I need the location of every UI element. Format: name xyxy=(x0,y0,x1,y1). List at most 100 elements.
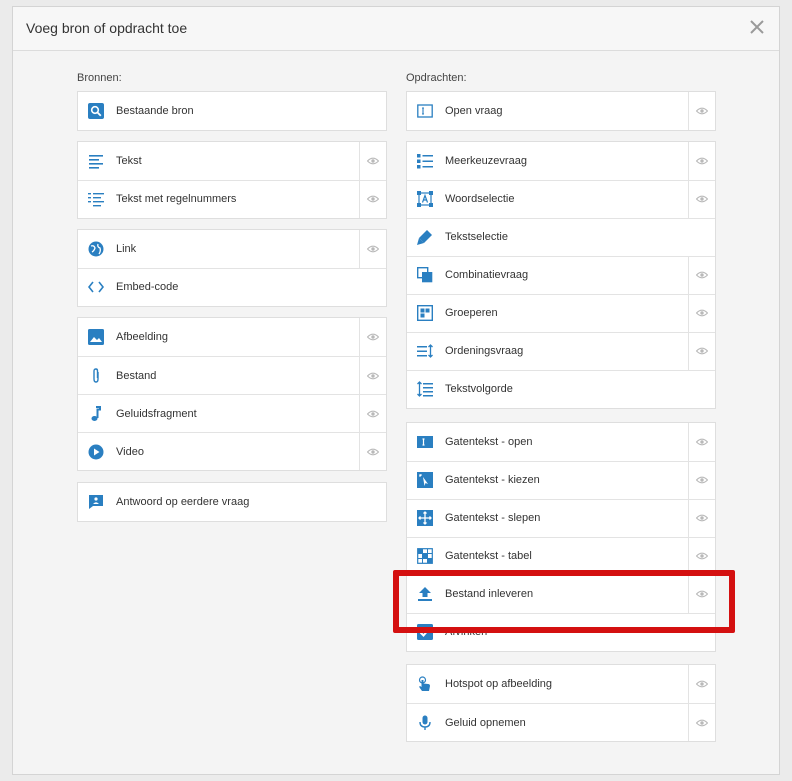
preview-eye-icon[interactable] xyxy=(688,294,715,332)
option-tekst[interactable]: Tekst xyxy=(78,141,386,180)
option-combinatievraag[interactable]: Combinatievraag xyxy=(407,255,715,294)
text-order-icon xyxy=(417,381,433,398)
option-label: Antwoord op eerdere vraag xyxy=(116,496,250,509)
preview-eye-icon[interactable] xyxy=(359,433,386,470)
preview-eye-icon[interactable] xyxy=(688,422,715,461)
option-tekstvolgorde[interactable]: Tekstvolgorde xyxy=(407,369,715,408)
option-geluidsfragment[interactable]: Geluidsfragment xyxy=(78,394,386,432)
option-label: Hotspot op afbeelding xyxy=(445,678,553,691)
option-label: Woordselectie xyxy=(445,193,515,206)
option-label: Geluidsfragment xyxy=(116,407,197,420)
option-label: Afvinken xyxy=(445,626,488,639)
code-icon xyxy=(88,279,104,295)
option-embed-code[interactable]: Embed-code xyxy=(78,267,386,306)
option-gatentekst-tabel[interactable]: Gatentekst - tabel xyxy=(407,536,715,575)
preview-eye-icon[interactable] xyxy=(688,575,715,613)
preview-eye-icon[interactable] xyxy=(359,395,386,432)
option-bestand[interactable]: Bestand xyxy=(78,356,386,394)
option-label: Gatentekst - tabel xyxy=(445,550,532,563)
option-woordselectie[interactable]: Woordselectie xyxy=(407,179,715,218)
preview-eye-icon[interactable] xyxy=(688,704,715,742)
option-tekst-met-regelnummers[interactable]: Tekst met regelnummers xyxy=(78,179,386,218)
option-label: Groeperen xyxy=(445,307,498,320)
option-label: Gatentekst - kiezen xyxy=(445,474,540,487)
dialog-header: Voeg bron of opdracht toe xyxy=(13,7,779,51)
sources-group: Tekst Tekst met regelnummers xyxy=(77,140,387,219)
option-groeperen[interactable]: Groeperen xyxy=(407,293,715,332)
preview-eye-icon[interactable] xyxy=(688,665,715,704)
option-afvinken[interactable]: Afvinken xyxy=(407,612,715,651)
preview-eye-icon[interactable] xyxy=(359,318,386,356)
close-icon[interactable] xyxy=(747,17,767,37)
preview-eye-icon[interactable] xyxy=(359,357,386,394)
option-gatentekst-slepen[interactable]: Gatentekst - slepen xyxy=(407,498,715,537)
marker-icon xyxy=(417,229,433,246)
option-link[interactable]: Link xyxy=(78,229,386,268)
option-gatentekst-kiezen[interactable]: Gatentekst - kiezen xyxy=(407,460,715,499)
option-label: Combinatievraag xyxy=(445,269,529,282)
option-tekstselectie[interactable]: Tekstselectie xyxy=(407,217,715,256)
option-afbeelding[interactable]: Afbeelding xyxy=(78,318,386,356)
sources-group: Bestaande bron xyxy=(77,91,387,131)
assignments-group: Hotspot op afbeelding Geluid opnemen xyxy=(406,664,716,743)
preview-eye-icon[interactable] xyxy=(688,332,715,370)
option-label: Bestaande bron xyxy=(116,105,194,117)
grouping-icon xyxy=(417,305,433,322)
gap-table-icon xyxy=(417,548,433,565)
option-label: Tekstselectie xyxy=(445,231,508,244)
ordering-icon xyxy=(417,343,433,359)
sources-group: Link Embed-code xyxy=(77,228,387,307)
option-bestaande-bron[interactable]: Bestaande bron xyxy=(78,92,386,130)
preview-eye-icon[interactable] xyxy=(359,141,386,180)
option-video[interactable]: Video xyxy=(78,432,386,470)
combination-icon xyxy=(417,267,433,283)
assignments-group: Open vraag xyxy=(406,91,716,131)
option-label: Gatentekst - open xyxy=(445,435,533,448)
option-antwoord-op-eerdere-vraag[interactable]: Antwoord op eerdere vraag xyxy=(78,483,386,521)
preview-eye-icon[interactable] xyxy=(688,141,715,180)
option-label: Video xyxy=(116,445,144,458)
answer-icon xyxy=(88,494,104,510)
sources-label: Bronnen: xyxy=(77,72,122,84)
assignments-group: Meerkeuzevraag Woordselectie Tekstselectie… xyxy=(406,140,716,409)
option-label: Geluid opnemen xyxy=(445,716,526,729)
multiple-choice-icon xyxy=(417,153,433,169)
open-question-icon xyxy=(417,103,433,119)
preview-eye-icon[interactable] xyxy=(359,180,386,218)
preview-eye-icon[interactable] xyxy=(688,92,715,130)
numbered-text-icon xyxy=(88,191,104,207)
upload-icon xyxy=(417,586,433,602)
sources-group: Antwoord op eerdere vraag xyxy=(77,482,387,523)
preview-eye-icon[interactable] xyxy=(688,499,715,537)
option-ordeningsvraag[interactable]: Ordeningsvraag xyxy=(407,331,715,370)
option-label: Bestand inleveren xyxy=(445,588,534,601)
option-bestand-inleveren[interactable]: Bestand inleveren xyxy=(407,574,715,613)
preview-eye-icon[interactable] xyxy=(688,180,715,218)
option-open-vraag[interactable]: Open vraag xyxy=(407,92,715,130)
preview-eye-icon[interactable] xyxy=(359,229,386,268)
option-geluid-opnemen[interactable]: Geluid opnemen xyxy=(407,703,715,742)
option-hotspot-op-afbeelding[interactable]: Hotspot op afbeelding xyxy=(407,665,715,704)
hotspot-icon xyxy=(417,676,433,692)
assignments-label: Opdrachten: xyxy=(406,72,467,84)
preview-eye-icon[interactable] xyxy=(688,461,715,499)
option-meerkeuzevraag[interactable]: Meerkeuzevraag xyxy=(407,141,715,180)
option-label: Gatentekst - slepen xyxy=(445,512,541,525)
microphone-icon xyxy=(417,715,433,731)
preview-eye-icon[interactable] xyxy=(688,537,715,575)
word-selection-icon xyxy=(417,191,433,208)
option-label: Ordeningsvraag xyxy=(445,345,524,358)
play-icon xyxy=(88,444,104,460)
option-label: Tekst xyxy=(116,154,142,167)
paperclip-icon xyxy=(88,367,104,384)
gap-open-icon xyxy=(417,434,433,450)
option-label: Embed-code xyxy=(116,281,179,294)
option-label: Bestand xyxy=(116,369,157,382)
option-label: Afbeelding xyxy=(116,331,168,343)
globe-icon xyxy=(88,241,104,257)
option-label: Tekst met regelnummers xyxy=(116,193,237,206)
option-label: Meerkeuzevraag xyxy=(445,154,527,167)
preview-eye-icon[interactable] xyxy=(688,256,715,294)
option-gatentekst-open[interactable]: Gatentekst - open xyxy=(407,422,715,461)
checkbox-icon xyxy=(417,624,433,641)
